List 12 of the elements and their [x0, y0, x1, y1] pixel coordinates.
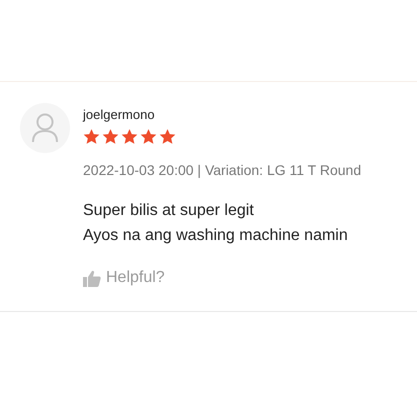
thumbs-up-icon	[83, 270, 101, 286]
review-text: Super bilis at super legit	[83, 201, 255, 221]
user-silhouette-icon	[32, 113, 58, 143]
review-text: Ayos na ang washing machine namin	[83, 226, 349, 246]
star-icon	[159, 128, 176, 145]
star-icon	[83, 128, 100, 145]
helpful-button[interactable]: Helpful?	[83, 269, 165, 287]
star-icon	[140, 128, 157, 145]
username: joelgermono	[83, 107, 156, 122]
star-icon	[102, 128, 119, 145]
review-meta: 2022-10-03 20:00 | Variation: LG 11 T Round	[83, 162, 362, 178]
star-icon	[121, 128, 138, 145]
